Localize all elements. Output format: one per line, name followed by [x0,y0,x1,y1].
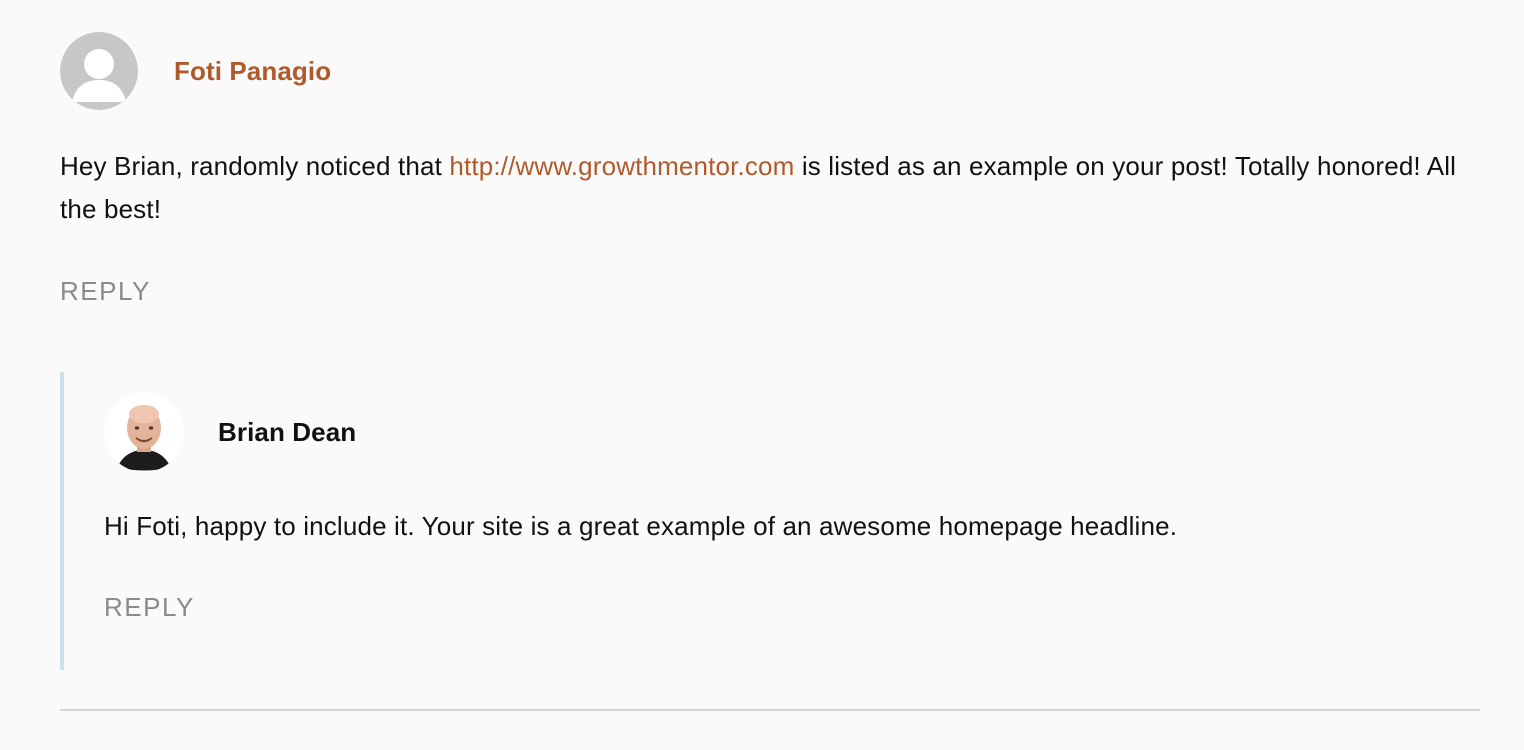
reply-body: Hi Foti, happy to include it. Your site … [104,511,1178,541]
reply-thread: Brian Dean Hi Foti, happy to include it.… [60,372,1484,670]
growthmentor-link[interactable]: http://www.growthmentor.com [449,151,794,181]
comment-foti: Foti Panagio Hey Brian, randomly noticed… [60,32,1480,306]
comment-body: Hey Brian, randomly noticed that http://… [60,145,1460,231]
comment-divider [60,709,1480,711]
reply-button[interactable]: REPLY [104,592,195,623]
comment-thread: Foti Panagio Hey Brian, randomly noticed… [0,0,1524,750]
author-name-brian: Brian Dean [218,416,357,447]
reply-button[interactable]: REPLY [60,276,151,307]
reply-header: Brian Dean [104,392,356,472]
default-user-icon [60,32,138,110]
author-link-foti[interactable]: Foti Panagio [174,56,331,87]
comment-text-before-link: Hey Brian, randomly noticed that [60,151,450,181]
profile-photo-icon [104,392,184,472]
comment-header: Foti Panagio [60,32,1480,110]
